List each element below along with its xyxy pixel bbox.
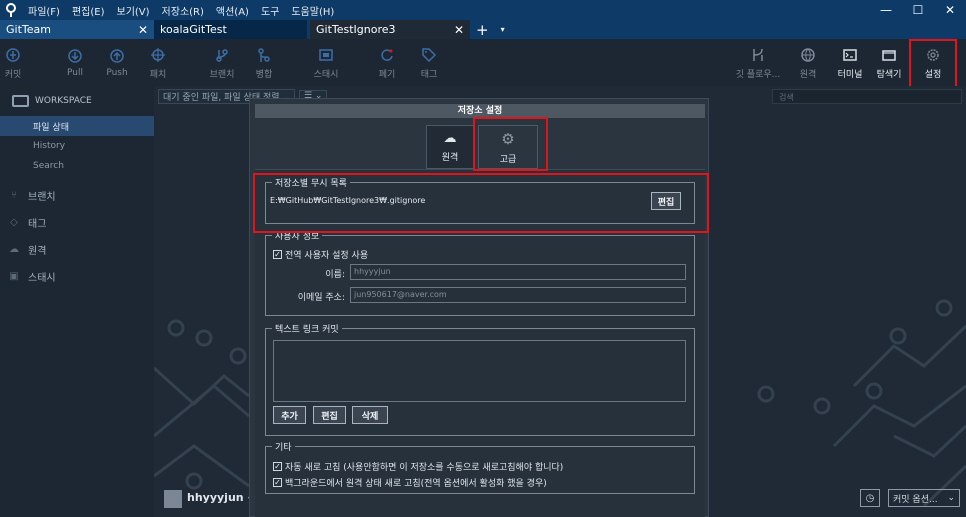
stash-button[interactable]: 스태시: [310, 39, 342, 86]
tab-close-icon[interactable]: ✕: [138, 23, 148, 37]
main-toolbar: 커밋 Pull Push 패치 브랜치 병합 스태시 폐기 태그 깃 플로우..…: [0, 39, 966, 86]
terminal-button[interactable]: 터미널: [834, 39, 866, 86]
explorer-folder-icon: [880, 46, 898, 64]
name-label: 이름:: [325, 270, 345, 280]
branch-icon: ⑂: [11, 190, 17, 201]
tab-gittestignore3[interactable]: GitTestIgnore3 ✕: [310, 20, 470, 39]
background-refresh-checkbox[interactable]: ✓ 백그라운드에서 원격 상태 새로 고침(전역 옵션에서 활성화 했을 경우): [273, 476, 547, 489]
clock-icon: ◷: [865, 492, 875, 504]
tab-label: GitTestIgnore3: [316, 23, 396, 36]
avatar: [164, 490, 182, 508]
ignore-list-highlight-box: [253, 173, 709, 233]
tab-remote[interactable]: ☁ 원격: [426, 125, 474, 169]
tab-label: koalaGitTest: [160, 23, 227, 36]
tag-icon: [420, 46, 438, 64]
patch-button[interactable]: 패치: [146, 39, 170, 86]
discard-icon: [378, 46, 396, 64]
sidebar-section-remotes[interactable]: ☁ 원격: [0, 236, 154, 263]
repo-tab-bar: GitTeam ✕ koalaGitTest GitTestIgnore3 ✕ …: [0, 20, 966, 39]
remote-button[interactable]: 원격: [795, 39, 821, 86]
git-flow-button[interactable]: 깃 플로우...: [734, 39, 782, 86]
cloud-icon: ☁: [9, 244, 19, 255]
merge-icon: [255, 46, 273, 64]
tab-list-dropdown[interactable]: ▾: [495, 20, 511, 39]
commit-options-dropdown[interactable]: 커밋 옵션... ⌄: [888, 489, 960, 507]
tag-icon: ◇: [10, 217, 18, 228]
cloud-icon: ☁: [443, 131, 457, 146]
sourcetree-logo-icon: [0, 0, 22, 20]
tab-gitteam[interactable]: GitTeam ✕: [0, 20, 154, 39]
push-button[interactable]: Push: [103, 39, 131, 86]
git-flow-icon: [749, 46, 767, 64]
email-field[interactable]: jun950617@naver.com: [350, 287, 686, 303]
monitor-icon: [12, 95, 29, 107]
commit-button[interactable]: 커밋: [0, 39, 26, 86]
commit-icon: [4, 46, 22, 64]
menu-actions[interactable]: 액션(A): [210, 3, 255, 18]
chevron-down-icon: ⌄: [947, 493, 955, 503]
sidebar: WORKSPACE 파일 상태 History Search ⑂ 브랜치 ◇ 태…: [0, 86, 154, 517]
tab-koalagittest[interactable]: koalaGitTest: [154, 20, 307, 39]
maximize-button[interactable]: ☐: [902, 0, 934, 20]
checkbox-checked-icon: ✓: [273, 461, 282, 471]
edit-link-button[interactable]: 편집: [313, 406, 346, 424]
close-window-button[interactable]: ✕: [934, 0, 966, 20]
stash-icon: [317, 46, 335, 64]
settings-highlight-box: [909, 39, 957, 91]
sidebar-section-tags[interactable]: ◇ 태그: [0, 209, 154, 236]
checkbox-checked-icon: ✓: [273, 477, 282, 487]
auto-refresh-checkbox[interactable]: ✓ 자동 새로 고침 (사용안함하면 이 저장소를 수동으로 새로고침해야 합니…: [273, 460, 563, 473]
sidebar-item-file-status[interactable]: 파일 상태: [0, 116, 154, 136]
sidebar-item-search[interactable]: Search: [0, 156, 154, 176]
tab-close-icon[interactable]: ✕: [454, 23, 464, 37]
merge-button[interactable]: 병합: [251, 39, 277, 86]
tag-button[interactable]: 태그: [416, 39, 442, 86]
email-label: 이메일 주소:: [297, 293, 345, 303]
stash-icon: ▣: [9, 271, 19, 282]
menu-edit[interactable]: 편집(E): [66, 3, 111, 18]
name-field[interactable]: hhyyyjun: [350, 264, 686, 280]
explorer-button[interactable]: 탐색기: [872, 39, 906, 86]
menu-view[interactable]: 보기(V): [111, 3, 156, 18]
menu-file[interactable]: 파일(F): [22, 3, 66, 18]
patch-icon: [149, 46, 167, 64]
pull-icon: [66, 47, 84, 65]
new-tab-button[interactable]: +: [470, 20, 495, 39]
discard-button[interactable]: 폐기: [374, 39, 400, 86]
sidebar-section-branches[interactable]: ⑂ 브랜치: [0, 182, 154, 209]
menu-tools[interactable]: 도구: [255, 3, 285, 18]
pull-button[interactable]: Pull: [62, 39, 88, 86]
workspace-header[interactable]: WORKSPACE: [0, 86, 154, 116]
menu-bar: 파일(F) 편집(E) 보기(V) 저장소(R) 액션(A) 도구 도움말(H)…: [0, 0, 966, 20]
branch-button[interactable]: 브랜치: [205, 39, 239, 86]
push-icon: [108, 47, 126, 65]
menu-help[interactable]: 도움말(H): [285, 3, 340, 18]
text-link-list[interactable]: [273, 340, 686, 402]
sidebar-item-history[interactable]: History: [0, 136, 154, 156]
checkbox-checked-icon: ✓: [273, 249, 282, 259]
terminal-icon: [841, 46, 859, 64]
dialog-title: 저장소 설정: [255, 104, 705, 118]
remote-globe-icon: [799, 46, 817, 64]
history-clock-button[interactable]: ◷: [860, 489, 880, 507]
minimize-button[interactable]: —: [870, 0, 902, 20]
sidebar-section-stashes[interactable]: ▣ 스태시: [0, 263, 154, 290]
branch-icon: [213, 46, 231, 64]
tab-label: GitTeam: [6, 23, 51, 36]
delete-link-button[interactable]: 삭제: [352, 406, 388, 424]
advanced-tab-highlight-box: [473, 117, 548, 171]
menu-repository[interactable]: 저장소(R): [156, 3, 210, 18]
add-link-button[interactable]: 추가: [273, 406, 306, 424]
use-global-settings-checkbox[interactable]: ✓ 전역 사용자 설정 사용: [273, 248, 368, 261]
